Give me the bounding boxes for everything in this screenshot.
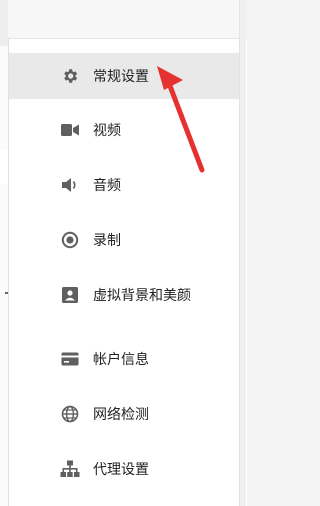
settings-sidebar: 常规设置 视频 音频 录制 虚拟背景和美颜 帐户信息 网络检测 代理设置 — [8, 39, 247, 506]
card-icon — [60, 349, 80, 369]
sidebar-item-account-info[interactable]: 帐户信息 — [9, 336, 241, 382]
globe-icon — [60, 404, 80, 424]
background-window-edge — [0, 0, 8, 506]
sidebar-item-record[interactable]: 录制 — [9, 217, 241, 263]
network-tree-icon — [60, 459, 80, 479]
speaker-icon — [60, 175, 80, 195]
record-icon — [60, 230, 80, 250]
sidebar-item-label: 音频 — [93, 178, 121, 194]
sidebar-item-label: 录制 — [93, 233, 121, 249]
sidebar-item-label: 网络检测 — [93, 407, 149, 423]
sidebar-item-general-settings[interactable]: 常规设置 — [9, 53, 241, 99]
sidebar-item-label: 帐户信息 — [93, 352, 149, 368]
settings-window: 常规设置 视频 音频 录制 虚拟背景和美颜 帐户信息 网络检测 代理设置 — [0, 0, 247, 506]
gear-icon — [60, 66, 80, 86]
sidebar-item-video[interactable]: 视频 — [9, 107, 241, 153]
portrait-icon — [60, 285, 80, 305]
sidebar-item-proxy-settings[interactable]: 代理设置 — [9, 446, 241, 492]
sidebar-item-label: 虚拟背景和美颜 — [93, 288, 191, 304]
sidebar-item-label: 代理设置 — [93, 462, 149, 478]
sidebar-item-audio[interactable]: 音频 — [9, 162, 241, 208]
sidebar-item-label: 常规设置 — [93, 69, 149, 85]
sidebar-item-virtual-background[interactable]: 虚拟背景和美颜 — [9, 272, 241, 318]
window-top-bar — [8, 0, 246, 39]
window-right-edge — [239, 0, 246, 506]
video-camera-icon — [60, 120, 80, 140]
sidebar-item-label: 视频 — [93, 123, 121, 139]
sidebar-item-network-check[interactable]: 网络检测 — [9, 391, 241, 437]
